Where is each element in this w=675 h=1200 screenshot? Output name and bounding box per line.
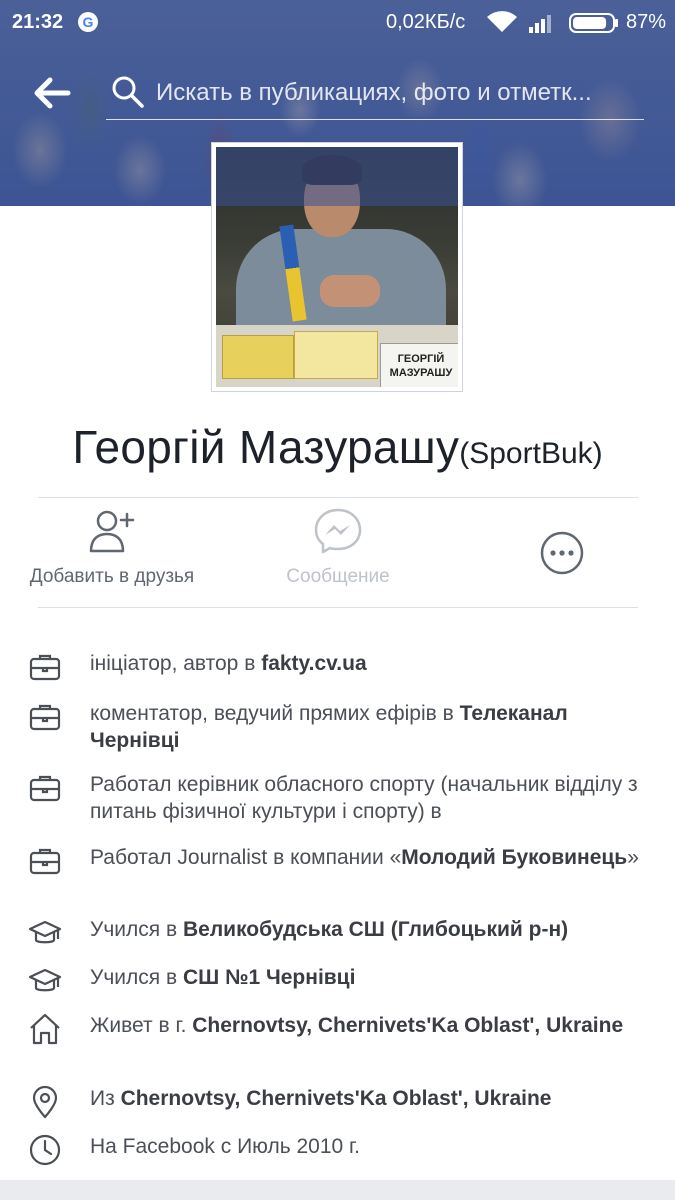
info-text: Работал Journalist в компании «Молодий Б… — [90, 844, 650, 871]
info-link[interactable]: Великобудська СШ (Глибоцький р-н) — [183, 918, 568, 941]
info-link[interactable]: СШ №1 Чернівці — [183, 966, 355, 989]
graduation-cap-icon — [28, 968, 62, 992]
info-prefix: Живет в г. — [90, 1014, 193, 1037]
info-text: Работал керівник обласного спорту (начал… — [90, 771, 650, 825]
info-link[interactable]: Молодий Буковинець — [401, 846, 627, 869]
search-bar[interactable] — [106, 70, 644, 120]
divider — [38, 497, 638, 498]
info-link[interactable]: fakty.cv.ua — [261, 652, 366, 675]
google-icon: G — [78, 12, 98, 32]
info-text: коментатор, ведучий прямих ефірів в Теле… — [90, 700, 650, 754]
divider — [38, 607, 638, 608]
search-input[interactable] — [156, 74, 640, 112]
photo-card — [294, 331, 378, 379]
home-icon — [30, 1013, 60, 1045]
battery-percent: 87% — [626, 11, 667, 33]
briefcase-icon — [29, 654, 61, 681]
location-pin-icon — [32, 1085, 58, 1119]
info-prefix: ініціатор, автор в — [90, 652, 262, 675]
cover-overlap — [216, 147, 458, 206]
info-text: Из Chernovtsy, Chernivets'Ka Oblast', Uk… — [90, 1085, 650, 1112]
message-label: Сообщение — [286, 566, 390, 587]
briefcase-icon — [29, 775, 61, 802]
briefcase-icon — [29, 704, 61, 731]
info-prefix: На Facebook с Июль 2010 г. — [90, 1135, 360, 1158]
info-prefix: Учился в — [90, 918, 183, 941]
info-prefix: Работал керівник обласного спорту (начал… — [90, 773, 638, 823]
photo-person-hand — [320, 275, 380, 307]
more-icon — [540, 531, 584, 575]
section-separator — [0, 1180, 675, 1200]
wifi-icon — [487, 11, 517, 32]
photo-name-sign: ГЕОРГІЙ МАЗУРАШУ — [380, 343, 458, 387]
network-speed: 0,02КБ/с — [386, 11, 466, 33]
more-options-button[interactable] — [462, 530, 662, 576]
info-link[interactable]: Chernovtsy, Chernivets'Ka Oblast', Ukrai… — [121, 1087, 552, 1110]
info-text: Учился в СШ №1 Чернівці — [90, 964, 650, 991]
briefcase-icon — [29, 848, 61, 875]
profile-name-main: Георгій Мазурашу — [72, 421, 460, 473]
info-text: ініціатор, автор в fakty.cv.ua — [90, 650, 650, 677]
info-prefix: Из — [90, 1087, 121, 1110]
info-prefix: Учился в — [90, 966, 183, 989]
battery-icon — [569, 13, 618, 33]
clock-icon — [29, 1134, 61, 1166]
info-text: Живет в г. Chernovtsy, Chernivets'Ka Obl… — [90, 1012, 650, 1039]
status-time: 21:32 — [12, 11, 64, 33]
add-friend-button[interactable]: Добавить в друзья — [12, 506, 212, 588]
photo-card — [222, 335, 294, 379]
profile-alt-name: (SportBuk) — [459, 437, 603, 470]
status-bar: 21:32 G 0,02КБ/с 87% — [0, 0, 675, 46]
graduation-cap-icon — [28, 920, 62, 944]
info-text: Учился в Великобудська СШ (Глибоцький р-… — [90, 916, 650, 943]
info-prefix: Работал Journalist в компании « — [90, 846, 402, 869]
info-prefix: коментатор, ведучий прямих ефірів в — [90, 702, 460, 725]
search-icon — [112, 76, 144, 108]
add-friend-label: Добавить в друзья — [29, 566, 195, 587]
info-text: На Facebook с Июль 2010 г. — [90, 1133, 650, 1160]
info-link[interactable]: Chernovtsy, Chernivets'Ka Oblast', Ukrai… — [192, 1014, 623, 1037]
messenger-icon — [314, 508, 362, 554]
add-friend-icon — [89, 510, 135, 553]
message-button[interactable]: Сообщение — [238, 506, 438, 588]
signal-icon — [529, 15, 551, 33]
profile-screen: 21:32 G 0,02КБ/с 87% Искать в публикация… — [0, 0, 675, 1200]
info-suffix: » — [627, 846, 639, 869]
back-arrow-icon[interactable] — [28, 70, 74, 116]
profile-name: Георгій Мазурашу(SportBuk) — [0, 420, 675, 474]
